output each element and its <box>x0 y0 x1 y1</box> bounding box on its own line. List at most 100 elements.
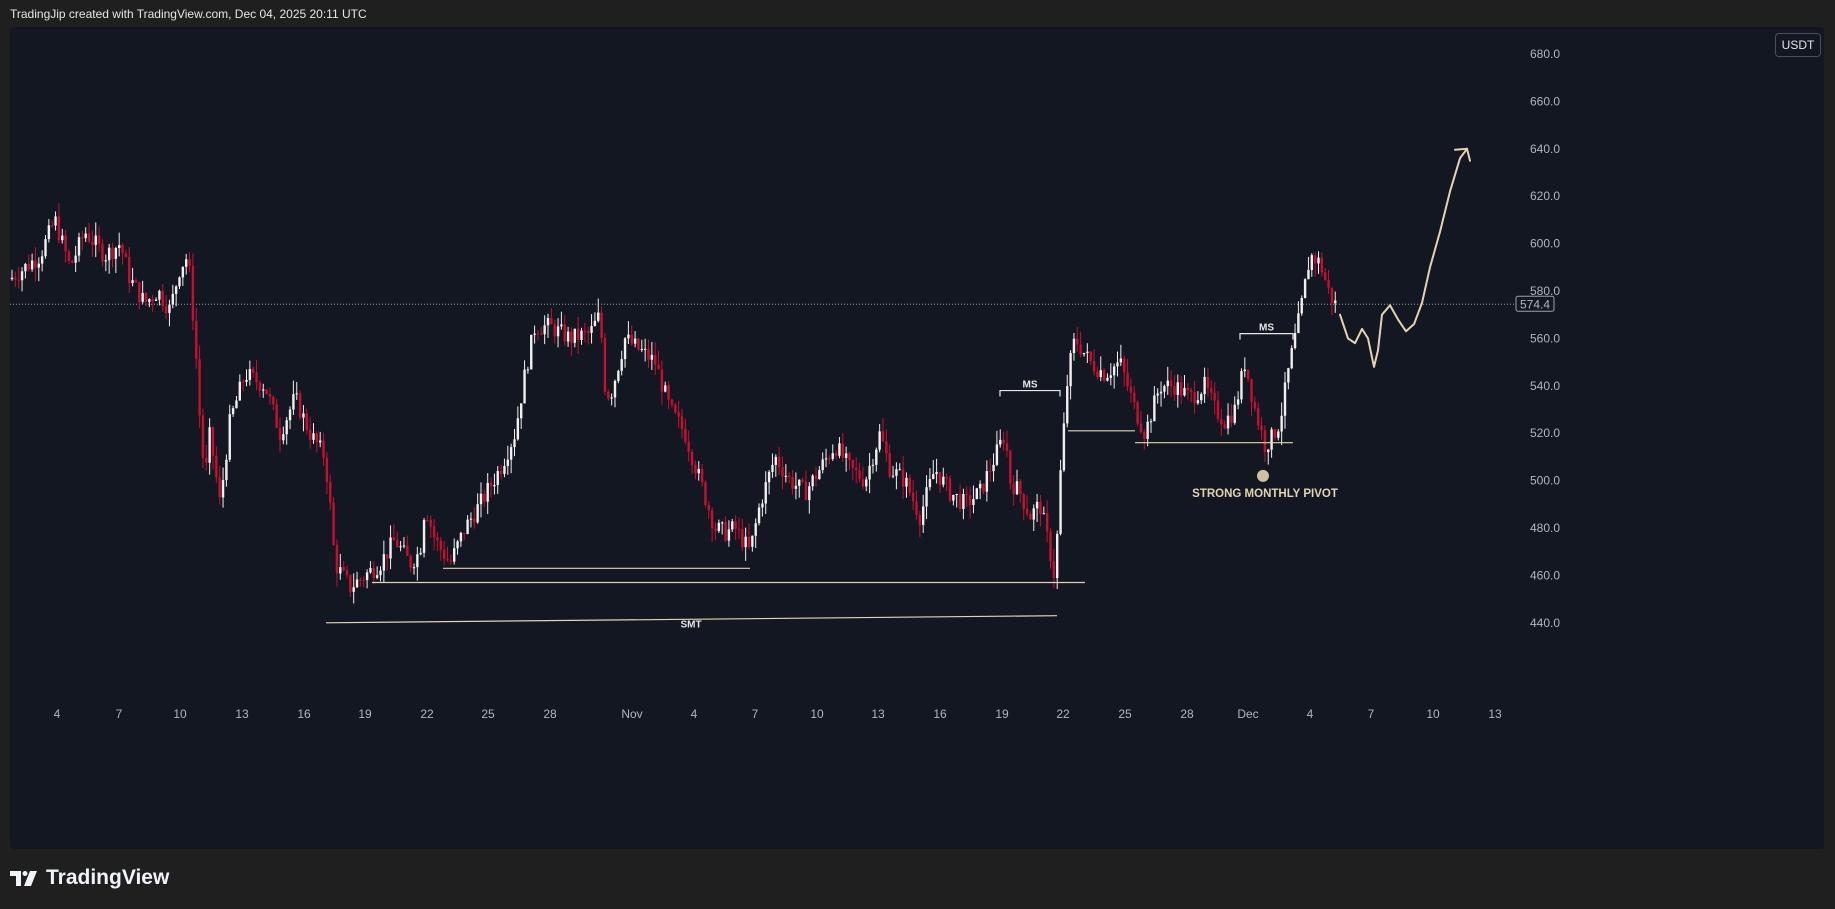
candle-body <box>188 259 191 267</box>
candle-body <box>1099 370 1102 378</box>
price-chart[interactable]: 440.0460.0480.0500.0520.0540.0560.0580.0… <box>10 27 1824 849</box>
smt-label: SMT <box>680 620 701 631</box>
candle-body <box>1002 439 1005 444</box>
candle-body <box>1280 415 1283 432</box>
candle-body <box>1246 369 1250 380</box>
candle-body <box>1082 352 1086 355</box>
candle-body <box>801 479 804 482</box>
y-axis-tick-label: 620.0 <box>1530 189 1560 203</box>
candle-body <box>349 575 352 592</box>
candle-body <box>1025 508 1029 515</box>
candle-body <box>948 478 952 501</box>
candle-body <box>34 260 37 268</box>
candle-body <box>533 333 536 335</box>
candle-body <box>453 548 456 562</box>
y-axis-tick-label: 540.0 <box>1530 379 1560 393</box>
candle-body <box>111 247 114 259</box>
candle-body <box>945 476 948 479</box>
currency-button[interactable]: USDT <box>1775 33 1821 57</box>
candle-body <box>670 399 674 405</box>
candle-body <box>1022 493 1025 509</box>
candle-body <box>503 465 506 474</box>
candle-body <box>352 587 355 592</box>
chart-panel[interactable]: 440.0 460.0 480.0 500.0 520.0 540.0 560.0 580.0… <box>10 27 1824 849</box>
candle-body <box>767 471 771 483</box>
candle-body <box>101 243 104 262</box>
candle-body <box>901 469 905 487</box>
candle-body <box>379 570 382 576</box>
candle-body <box>268 394 272 397</box>
candle-body <box>1123 358 1126 373</box>
candle-body <box>174 286 178 294</box>
candle-body <box>1263 430 1267 453</box>
candle-body <box>915 501 918 515</box>
candle-body <box>1153 395 1156 422</box>
candle-body <box>382 554 386 571</box>
candle-body <box>560 324 563 327</box>
candle-body <box>804 481 808 501</box>
candle-body <box>67 251 71 262</box>
y-axis-tick-label: 520.0 <box>1530 426 1560 440</box>
candle-body <box>754 523 757 536</box>
candle-body <box>885 441 888 454</box>
candle-body <box>1116 362 1119 367</box>
candle-body <box>107 247 111 261</box>
candle-body <box>1109 375 1112 378</box>
candle-body <box>1236 399 1240 405</box>
candle-body <box>436 537 439 541</box>
candle-body <box>734 521 737 529</box>
candle-body <box>935 472 938 475</box>
candle-body <box>570 331 573 343</box>
candle-body <box>972 499 975 505</box>
candle-body <box>1163 386 1166 392</box>
y-axis-tick-label: 440.0 <box>1530 616 1560 630</box>
candle-body <box>399 546 402 548</box>
candle-body <box>1009 450 1012 484</box>
candle-body <box>694 464 697 474</box>
candle-body <box>499 471 503 474</box>
candle-body <box>898 469 901 471</box>
candle-body <box>520 403 523 419</box>
candle-body <box>1297 313 1300 334</box>
candle-body <box>1216 400 1220 419</box>
candle-body <box>1293 333 1297 349</box>
candle-body <box>597 312 600 321</box>
x-axis-tick-label: 4 <box>1307 707 1314 721</box>
candle-body <box>362 579 365 581</box>
candle-body <box>891 475 895 477</box>
tradingview-logo[interactable]: TradingView <box>10 866 169 890</box>
candle-body <box>1096 371 1099 378</box>
candle-body <box>684 429 687 442</box>
candle-body <box>553 324 556 337</box>
candle-body <box>1015 481 1019 495</box>
candle-body <box>114 247 118 259</box>
candle-body <box>64 235 67 252</box>
candle-body <box>54 216 57 226</box>
candle-body <box>777 456 781 468</box>
candle-body <box>697 469 700 474</box>
candle-body <box>74 255 77 263</box>
candle-body <box>272 396 275 405</box>
x-axis-tick-label: 16 <box>297 707 311 721</box>
candle-body <box>774 456 777 465</box>
candle-body <box>181 266 185 278</box>
candle-body <box>1190 390 1193 393</box>
candle-body <box>449 560 453 562</box>
candle-body <box>704 482 707 505</box>
x-axis-tick-label: 19 <box>995 707 1009 721</box>
candle-body <box>27 263 30 270</box>
candle-body <box>623 338 627 360</box>
candle-body <box>463 532 466 534</box>
candle-body <box>717 522 721 531</box>
candle-body <box>798 479 801 486</box>
candle-body <box>359 579 362 581</box>
market-structure-label: MS <box>1259 323 1274 334</box>
candle-body <box>938 472 942 485</box>
candle-body <box>724 522 727 541</box>
candle-body <box>640 349 643 351</box>
candle-body <box>1005 443 1009 451</box>
candle-body <box>985 471 989 492</box>
candle-body <box>761 503 764 508</box>
candle-body <box>322 440 325 458</box>
candle-body <box>459 532 463 542</box>
